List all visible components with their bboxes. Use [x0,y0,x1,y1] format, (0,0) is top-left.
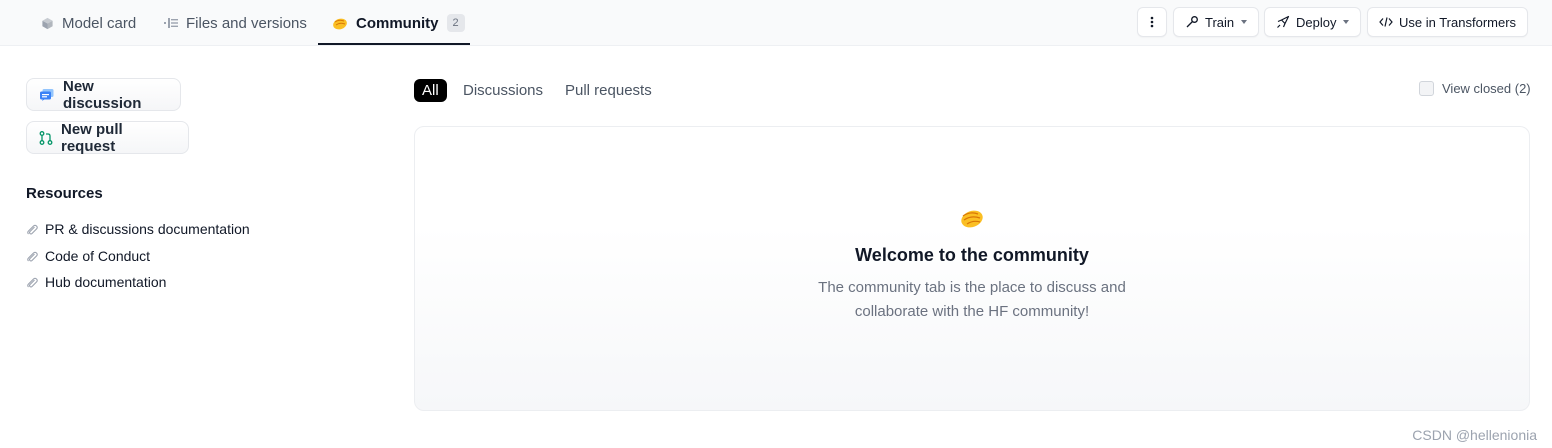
clapping-hands-icon [415,207,1529,229]
paperclip-icon [26,276,38,289]
empty-state-title: Welcome to the community [855,245,1089,265]
use-in-transformers-button[interactable]: Use in Transformers [1367,7,1529,37]
count-badge: 2 [446,14,465,32]
resource-link-label: Code of Conduct [45,248,151,264]
new-pull-request-button[interactable]: New pull request [26,120,189,155]
tab-files-and-versions[interactable]: Files and versions [164,0,307,46]
chevron-down-icon [1343,20,1350,24]
tab-label: Files and versions [186,14,307,32]
more-options-button[interactable] [1137,7,1167,37]
resource-link[interactable]: Code of Conduct [26,246,150,266]
repo-tab-bar: Model card Files and versions Community … [0,0,1552,46]
empty-state-text: collaborate with the HF community! [854,303,1090,320]
code-icon [1379,16,1393,28]
pull-request-icon [39,130,53,145]
tab-label: Model card [62,14,137,32]
wrench-icon [1185,15,1199,29]
discussion-icon [39,88,55,102]
view-closed-label: View closed (2) [1442,81,1531,96]
deploy-button[interactable]: Deploy [1264,7,1362,37]
resource-link-label: PR & discussions documentation [45,221,250,237]
resources-heading: Resources [26,185,103,202]
discussions-empty-panel: Welcome to the community The community t… [414,126,1530,411]
deploy-label: Deploy [1296,14,1337,30]
filter-discussions[interactable]: Discussions [463,79,543,102]
filter-all[interactable]: All [414,79,447,102]
resource-link-label: Hub documentation [45,274,167,290]
paperclip-icon [26,250,38,263]
vertical-dots-icon [1150,16,1154,28]
new-discussion-label: New discussion [63,77,142,112]
new-pull-request-label: New pull request [61,120,123,155]
tab-label: Community [356,14,439,32]
paperclip-icon [26,223,38,236]
files-icon [164,17,178,29]
rocket-icon [1276,15,1290,29]
new-discussion-button[interactable]: New discussion [26,77,181,112]
view-closed-toggle[interactable]: View closed (2) [1419,81,1531,96]
watermark: CSDN @hellenionia [1412,427,1537,443]
train-button[interactable]: Train [1173,7,1260,37]
filter-pull-requests[interactable]: Pull requests [565,79,652,102]
resource-link[interactable]: PR & discussions documentation [26,219,250,239]
resource-link[interactable]: Hub documentation [26,272,166,292]
cube-icon [41,17,54,30]
clapping-hands-icon [332,16,348,30]
tab-model-card[interactable]: Model card [41,0,136,46]
train-label: Train [1205,14,1235,30]
empty-state-text: The community tab is the place to discus… [818,279,1126,296]
tab-community[interactable]: Community 2 [332,0,465,46]
chevron-down-icon [1241,20,1248,24]
active-tab-indicator [318,43,470,45]
view-closed-checkbox[interactable] [1419,81,1434,96]
use-in-transformers-label: Use in Transformers [1399,14,1517,30]
